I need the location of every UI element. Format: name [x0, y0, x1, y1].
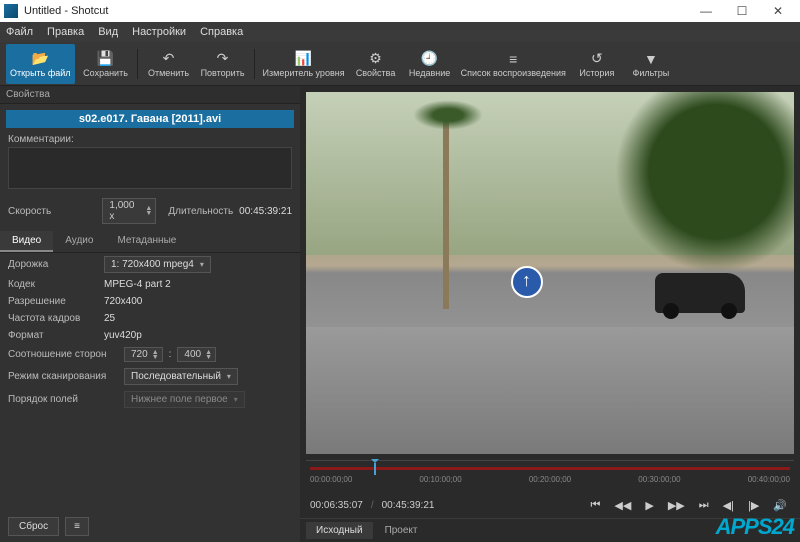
field-label: Порядок полей [8, 394, 118, 405]
resolution-label: Разрешение [8, 296, 98, 307]
timeline[interactable]: 00:00:00;00 00:10:00;00 00:20:00;00 00:3… [306, 460, 794, 492]
tab-audio[interactable]: Аудио [53, 231, 105, 252]
save-button[interactable]: 💾Сохранить [79, 44, 133, 84]
save-icon: 💾 [97, 50, 114, 68]
duration-label: Длительность [168, 206, 233, 217]
file-name-row[interactable]: s02.e017. Гавана [2011].avi [6, 110, 294, 128]
field-select[interactable]: Нижнее поле первое [124, 391, 245, 408]
toolbar: 📂Открыть файл 💾Сохранить ↶Отменить ↷Повт… [0, 42, 800, 86]
property-tabs: Видео Аудио Метаданные [0, 231, 300, 253]
aspect-w-input[interactable]: 720▲▼ [124, 347, 163, 362]
undo-icon: ↶ [163, 50, 175, 68]
playlist-button[interactable]: ≡Список воспроизведения [457, 44, 570, 84]
total-time: 00:45:39:21 [382, 500, 435, 511]
comment-label: Комментарии: [0, 134, 300, 145]
format-value: yuv420p [104, 330, 142, 341]
skip-end-button[interactable]: ⏭ [696, 499, 712, 512]
play-button[interactable]: ▶ [642, 499, 656, 512]
open-icon: 📂 [32, 50, 49, 68]
minimize-button[interactable]: — [688, 0, 724, 22]
next-frame-button[interactable]: |▶ [745, 499, 762, 512]
tick: 00:20:00;00 [529, 475, 571, 484]
menu-file[interactable]: Файл [6, 26, 33, 38]
open-file-button[interactable]: 📂Открыть файл [6, 44, 75, 84]
tab-source[interactable]: Исходный [306, 522, 373, 539]
watermark: APPS24 [716, 514, 794, 540]
meter-button[interactable]: 📊Измеритель уровня [259, 44, 349, 84]
clock-icon: 🕘 [421, 50, 438, 68]
prev-frame-button[interactable]: ◀| [720, 499, 737, 512]
forward-button[interactable]: ▶▶ [665, 499, 688, 512]
tab-project[interactable]: Проект [375, 522, 428, 539]
list-icon: ≡ [509, 50, 517, 68]
maximize-button[interactable]: ☐ [724, 0, 760, 22]
tick: 00:30:00;00 [638, 475, 680, 484]
codec-value: MPEG-4 part 2 [104, 279, 171, 290]
rewind-button[interactable]: ◀◀ [611, 499, 634, 512]
duration-value: 00:45:39:21 [239, 206, 292, 217]
titlebar: Untitled - Shotcut — ☐ ✕ [0, 0, 800, 22]
window-title: Untitled - Shotcut [24, 5, 688, 17]
undo-button[interactable]: ↶Отменить [142, 44, 196, 84]
menu-edit[interactable]: Правка [47, 26, 84, 38]
skip-start-button[interactable]: ⏮ [588, 499, 604, 512]
fps-label: Частота кадров [8, 313, 98, 324]
filters-button[interactable]: ▼Фильтры [624, 44, 678, 84]
history-button[interactable]: ↺История [570, 44, 624, 84]
aspect-h-input[interactable]: 400▲▼ [177, 347, 216, 362]
speed-input[interactable]: 1,000 x▲▼ [102, 198, 156, 224]
scan-select[interactable]: Последовательный [124, 368, 238, 385]
scan-label: Режим сканирования [8, 371, 118, 382]
menu-help[interactable]: Справка [200, 26, 243, 38]
track-select[interactable]: 1: 720x400 mpeg4 [104, 256, 211, 273]
reset-button[interactable]: Сброс [8, 517, 59, 536]
tick: 00:40:00;00 [748, 475, 790, 484]
menu-icon-button[interactable]: ≡ [65, 517, 89, 536]
comment-input[interactable] [8, 147, 292, 189]
tick: 00:10:00;00 [419, 475, 461, 484]
menubar: Файл Правка Вид Настройки Справка [0, 22, 800, 42]
tick: 00:00:00;00 [310, 475, 352, 484]
volume-button[interactable]: 🔊 [770, 499, 790, 512]
funnel-icon: ▼ [644, 50, 658, 68]
speed-label: Скорость [8, 206, 96, 217]
track-label: Дорожка [8, 259, 98, 270]
aspect-label: Соотношение сторон [8, 349, 118, 360]
close-button[interactable]: ✕ [760, 0, 796, 22]
tab-video[interactable]: Видео [0, 231, 53, 252]
redo-icon: ↷ [217, 50, 229, 68]
meter-icon: 📊 [295, 50, 312, 68]
separator [137, 49, 138, 79]
tab-metadata[interactable]: Метаданные [105, 231, 188, 252]
history-icon: ↺ [591, 50, 603, 68]
separator [254, 49, 255, 79]
video-preview[interactable] [306, 92, 794, 454]
redo-button[interactable]: ↷Повторить [196, 44, 250, 84]
properties-button[interactable]: ⚙Свойства [349, 44, 403, 84]
recent-button[interactable]: 🕘Недавние [403, 44, 457, 84]
codec-label: Кодек [8, 279, 98, 290]
player-area: 00:00:00;00 00:10:00;00 00:20:00;00 00:3… [300, 86, 800, 542]
resolution-value: 720x400 [104, 296, 142, 307]
menu-view[interactable]: Вид [98, 26, 118, 38]
format-label: Формат [8, 330, 98, 341]
playhead-icon[interactable] [374, 463, 376, 475]
properties-panel: Свойства s02.e017. Гавана [2011].avi Ком… [0, 86, 300, 542]
position-time: 00:06:35:07 [310, 500, 363, 511]
fps-value: 25 [104, 313, 115, 324]
gear-icon: ⚙ [369, 50, 382, 68]
menu-settings[interactable]: Настройки [132, 26, 186, 38]
panel-title: Свойства [0, 86, 300, 104]
app-logo-icon [4, 4, 18, 18]
